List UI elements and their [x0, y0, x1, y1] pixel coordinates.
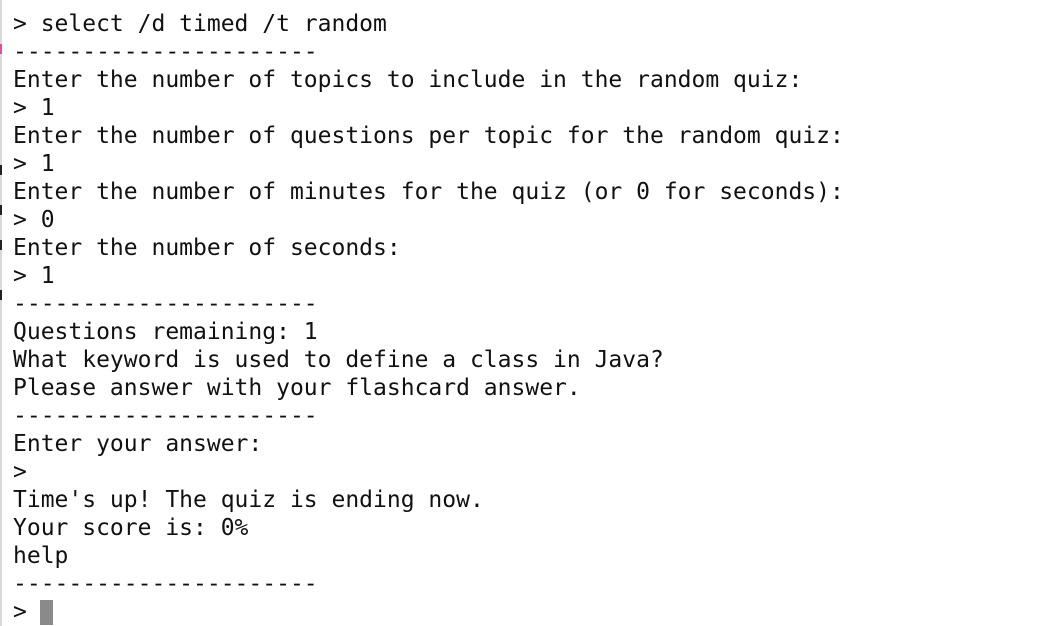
prompt-topics: Enter the number of topics to include in…: [13, 67, 803, 93]
separator-line: ----------------------: [13, 571, 318, 597]
input-answer: >: [13, 459, 27, 485]
prompt-seconds: Enter the number of seconds:: [13, 235, 401, 261]
edge-marker-dark: [0, 165, 2, 175]
edge-marker-dark: [0, 205, 2, 215]
times-up-message: Time's up! The quiz is ending now.: [13, 487, 484, 513]
window-left-edge: [0, 0, 2, 626]
separator-line: ----------------------: [13, 39, 318, 65]
terminal-window[interactable]: > select /d timed /t random ------------…: [0, 0, 1052, 626]
edge-marker-pink: [0, 44, 2, 54]
separator-line: ----------------------: [13, 403, 318, 429]
prompt-questions: Enter the number of questions per topic …: [13, 123, 844, 149]
edge-marker-dark: [0, 240, 2, 250]
edge-marker-dark: [0, 290, 2, 300]
command-prompt[interactable]: >: [13, 598, 27, 626]
input-questions: > 1: [13, 151, 55, 177]
input-minutes: > 0: [13, 207, 55, 233]
separator-line: ----------------------: [13, 291, 318, 317]
questions-remaining: Questions remaining: 1: [13, 319, 318, 345]
help-command: help: [13, 543, 69, 569]
input-topics: > 1: [13, 95, 55, 121]
input-seconds: > 1: [13, 263, 55, 289]
score-message: Your score is: 0%: [13, 515, 249, 541]
question-text: What keyword is used to define a class i…: [13, 347, 664, 373]
prompt-answer: Enter your answer:: [13, 431, 263, 457]
answer-instruction: Please answer with your flashcard answer…: [13, 375, 581, 401]
text-cursor: [40, 600, 53, 625]
command-line: > select /d timed /t random: [13, 11, 387, 37]
prompt-minutes: Enter the number of minutes for the quiz…: [13, 179, 844, 205]
